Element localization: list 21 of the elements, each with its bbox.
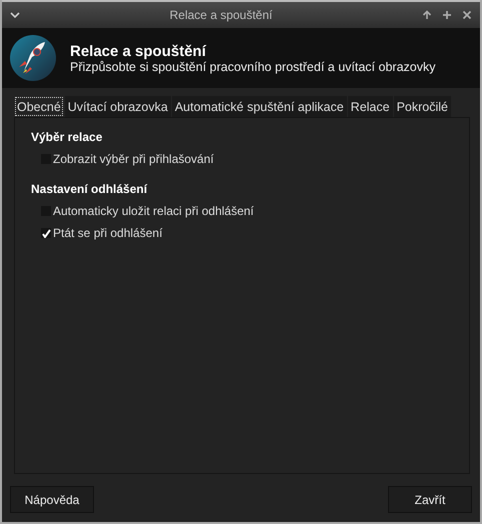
tab[interactable]: Pokročilé xyxy=(394,96,452,117)
header-title: Relace a spouštění xyxy=(70,42,208,60)
checkbox[interactable] xyxy=(41,228,51,238)
tab[interactable]: Relace xyxy=(348,96,393,117)
checkbox-label[interactable]: Automaticky uložit relaci při odhlášení xyxy=(53,204,254,218)
checkbox-label[interactable]: Zobrazit výběr při přihlašování xyxy=(53,152,214,166)
help-button[interactable]: Nápověda xyxy=(10,486,94,513)
tab[interactable]: Obecné xyxy=(14,96,64,117)
tab[interactable]: Uvítací obrazovka xyxy=(64,96,171,117)
window-title: Relace a spouštění xyxy=(168,8,274,22)
rocket-icon xyxy=(10,35,56,81)
header-subtitle: Přizpůsobte si spouštění pracovního prostředí a uvítací obrazovky xyxy=(70,60,436,74)
close-icon[interactable] xyxy=(462,10,472,20)
section-title: Nastavení odhlášení xyxy=(31,182,148,196)
section-title: Výběr relace xyxy=(31,130,104,144)
tab[interactable]: Automatické spuštění aplikace xyxy=(172,96,347,117)
plus-icon[interactable] xyxy=(442,10,452,20)
collapse-icon[interactable] xyxy=(10,11,20,19)
checkbox-label[interactable]: Ptát se při odhlášení xyxy=(53,226,162,240)
close-button[interactable]: Zavřít xyxy=(388,486,472,513)
arrow-up-icon[interactable] xyxy=(422,10,432,20)
